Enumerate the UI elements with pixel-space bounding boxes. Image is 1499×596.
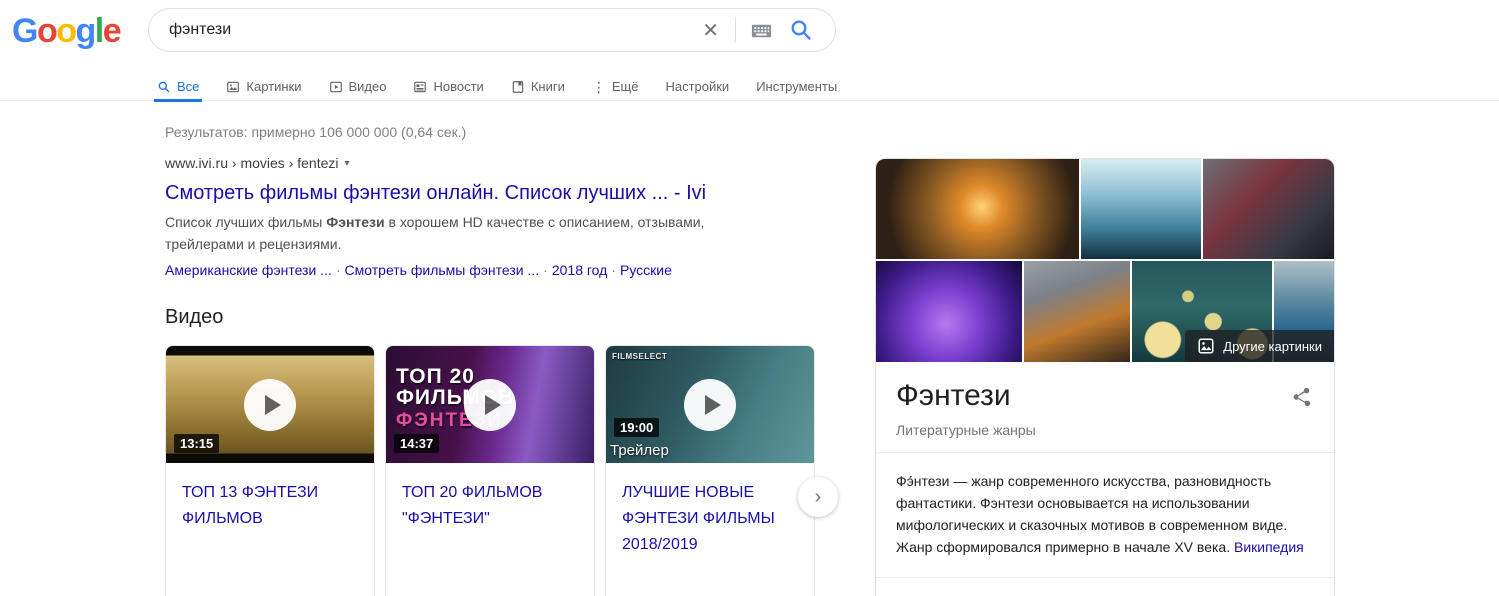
tab-images[interactable]: Картинки (226, 72, 301, 101)
videos-next-button[interactable]: › (798, 477, 838, 517)
organic-result: www.ivi.ru › movies › fentezi ▾ Смотреть… (165, 155, 765, 278)
knowledge-panel: Другие картинки Фэнтези Литературные жан… (875, 158, 1335, 596)
more-vertical-icon: ⋮ (592, 80, 606, 94)
thumbnail-caption-text: Трейлер (610, 442, 669, 459)
kp-image-ice-warrior[interactable] (1081, 159, 1201, 259)
snippet-bold-term: Фэнтези (326, 214, 384, 230)
videos-section-heading: Видео (165, 306, 223, 329)
wikipedia-link[interactable]: Википедия (1234, 539, 1304, 555)
sitelink[interactable]: Русские (620, 262, 672, 278)
video-title-link[interactable]: ЛУЧШИЕ НОВЫЕ ФЭНТЕЗИ ФИЛЬМЫ 2018/2019 (606, 463, 814, 558)
tab-label: Видео (349, 79, 387, 94)
video-card[interactable]: FILMSELECT 19:00 Трейлер ЛУЧШИЕ НОВЫЕ ФЭ… (605, 345, 815, 596)
sitelink[interactable]: 2018 год (552, 262, 607, 278)
search-icon (157, 80, 171, 94)
breadcrumb[interactable]: www.ivi.ru › movies › fentezi ▾ (165, 155, 765, 171)
video-duration-badge: 14:37 (394, 434, 439, 453)
video-duration-badge: 19:00 (614, 418, 659, 437)
keyboard-icon[interactable] (740, 19, 783, 42)
image-icon (226, 80, 240, 94)
video-thumbnail-dragon[interactable]: 13:15 (166, 346, 374, 463)
result-sitelinks: Американские фэнтези ...·Смотреть фильмы… (165, 262, 765, 278)
knowledge-image-grid: Другие картинки (876, 159, 1334, 362)
related-searches-header: Похожие запросы Ещё 10+ (876, 578, 1334, 596)
knowledge-title: Фэнтези (896, 379, 1314, 413)
share-icon (1290, 386, 1312, 408)
kp-image-genie-lamp[interactable] (876, 261, 1022, 362)
tab-label: Ещё (612, 79, 639, 94)
result-stats: Результатов: примерно 106 000 000 (0,64 … (165, 124, 466, 140)
tab-books[interactable]: Книги (511, 72, 565, 101)
tab-label: Новости (433, 79, 483, 94)
video-title-link[interactable]: ТОП 13 ФЭНТЕЗИ ФИЛЬМОВ (166, 463, 374, 532)
tab-label: Книги (531, 79, 565, 94)
video-duration-badge: 13:15 (174, 434, 219, 453)
chevron-down-icon[interactable]: ▾ (344, 158, 349, 169)
tab-label: Все (177, 79, 199, 94)
video-card[interactable]: 13:15 ТОП 13 ФЭНТЕЗИ ФИЛЬМОВ (165, 345, 375, 596)
knowledge-header: Фэнтези Литературные жанры (876, 362, 1334, 452)
news-icon (413, 80, 427, 94)
video-icon (329, 80, 343, 94)
search-category-tabs: Все Картинки Видео Новости Книги ⋮ Ещё Н… (157, 72, 864, 101)
sitelink[interactable]: Смотреть фильмы фэнтези ... (345, 262, 540, 278)
more-images-label: Другие картинки (1223, 339, 1322, 354)
book-icon (511, 80, 525, 94)
kp-image-fire-dragon[interactable] (876, 159, 1079, 259)
knowledge-description: Фэ́нтези — жанр современного искусства, … (876, 453, 1334, 577)
search-input[interactable] (169, 21, 690, 39)
clear-search-icon[interactable]: ✕ (690, 18, 731, 43)
more-images-button[interactable]: Другие картинки (1185, 330, 1334, 362)
knowledge-subtitle: Литературные жанры (896, 422, 1314, 438)
tab-label: Настройки (665, 79, 729, 94)
share-button[interactable] (1290, 386, 1312, 413)
video-title-link[interactable]: ТОП 20 ФИЛЬМОВ "ФЭНТЕЗИ" (386, 463, 594, 532)
video-card[interactable]: ТОП 20 ФИЛЬМОВ ФЭНТЕЗИ 14:37 ТОП 20 ФИЛЬ… (385, 345, 595, 596)
breadcrumb-url: www.ivi.ru › movies › fentezi (165, 155, 338, 171)
search-bar[interactable]: ✕ (148, 8, 836, 52)
searchbox-divider (735, 17, 736, 43)
kp-image-knight[interactable] (1024, 261, 1130, 362)
google-logo[interactable]: Google (12, 12, 120, 51)
play-icon[interactable] (464, 379, 516, 431)
tab-label: Инструменты (756, 79, 837, 94)
tab-all[interactable]: Все (157, 72, 199, 101)
image-icon (1197, 337, 1215, 355)
result-title-link[interactable]: Смотреть фильмы фэнтези онлайн. Список л… (165, 180, 706, 206)
tab-more[interactable]: ⋮ Ещё (592, 72, 639, 101)
thumbnail-brand-text: FILMSELECT (612, 352, 667, 361)
tab-settings[interactable]: Настройки (665, 72, 729, 101)
result-snippet: Список лучших фильмы Фэнтези в хорошем H… (165, 211, 727, 255)
google-serp-page: Google ✕ Все Картинки Видео Новости (0, 0, 1499, 596)
play-icon[interactable] (244, 379, 296, 431)
chevron-right-icon: › (815, 486, 822, 509)
search-submit-icon[interactable] (783, 18, 821, 42)
tab-tools[interactable]: Инструменты (756, 72, 837, 101)
video-thumbnail-creature[interactable]: FILMSELECT 19:00 Трейлер (606, 346, 814, 463)
video-thumbnail-top20[interactable]: ТОП 20 ФИЛЬМОВ ФЭНТЕЗИ 14:37 (386, 346, 594, 463)
play-icon[interactable] (684, 379, 736, 431)
tab-news[interactable]: Новости (413, 72, 483, 101)
tab-videos[interactable]: Видео (329, 72, 387, 101)
sitelink[interactable]: Американские фэнтези ... (165, 262, 332, 278)
kp-image-sea-dragon[interactable] (1203, 159, 1334, 259)
tab-label: Картинки (246, 79, 301, 94)
